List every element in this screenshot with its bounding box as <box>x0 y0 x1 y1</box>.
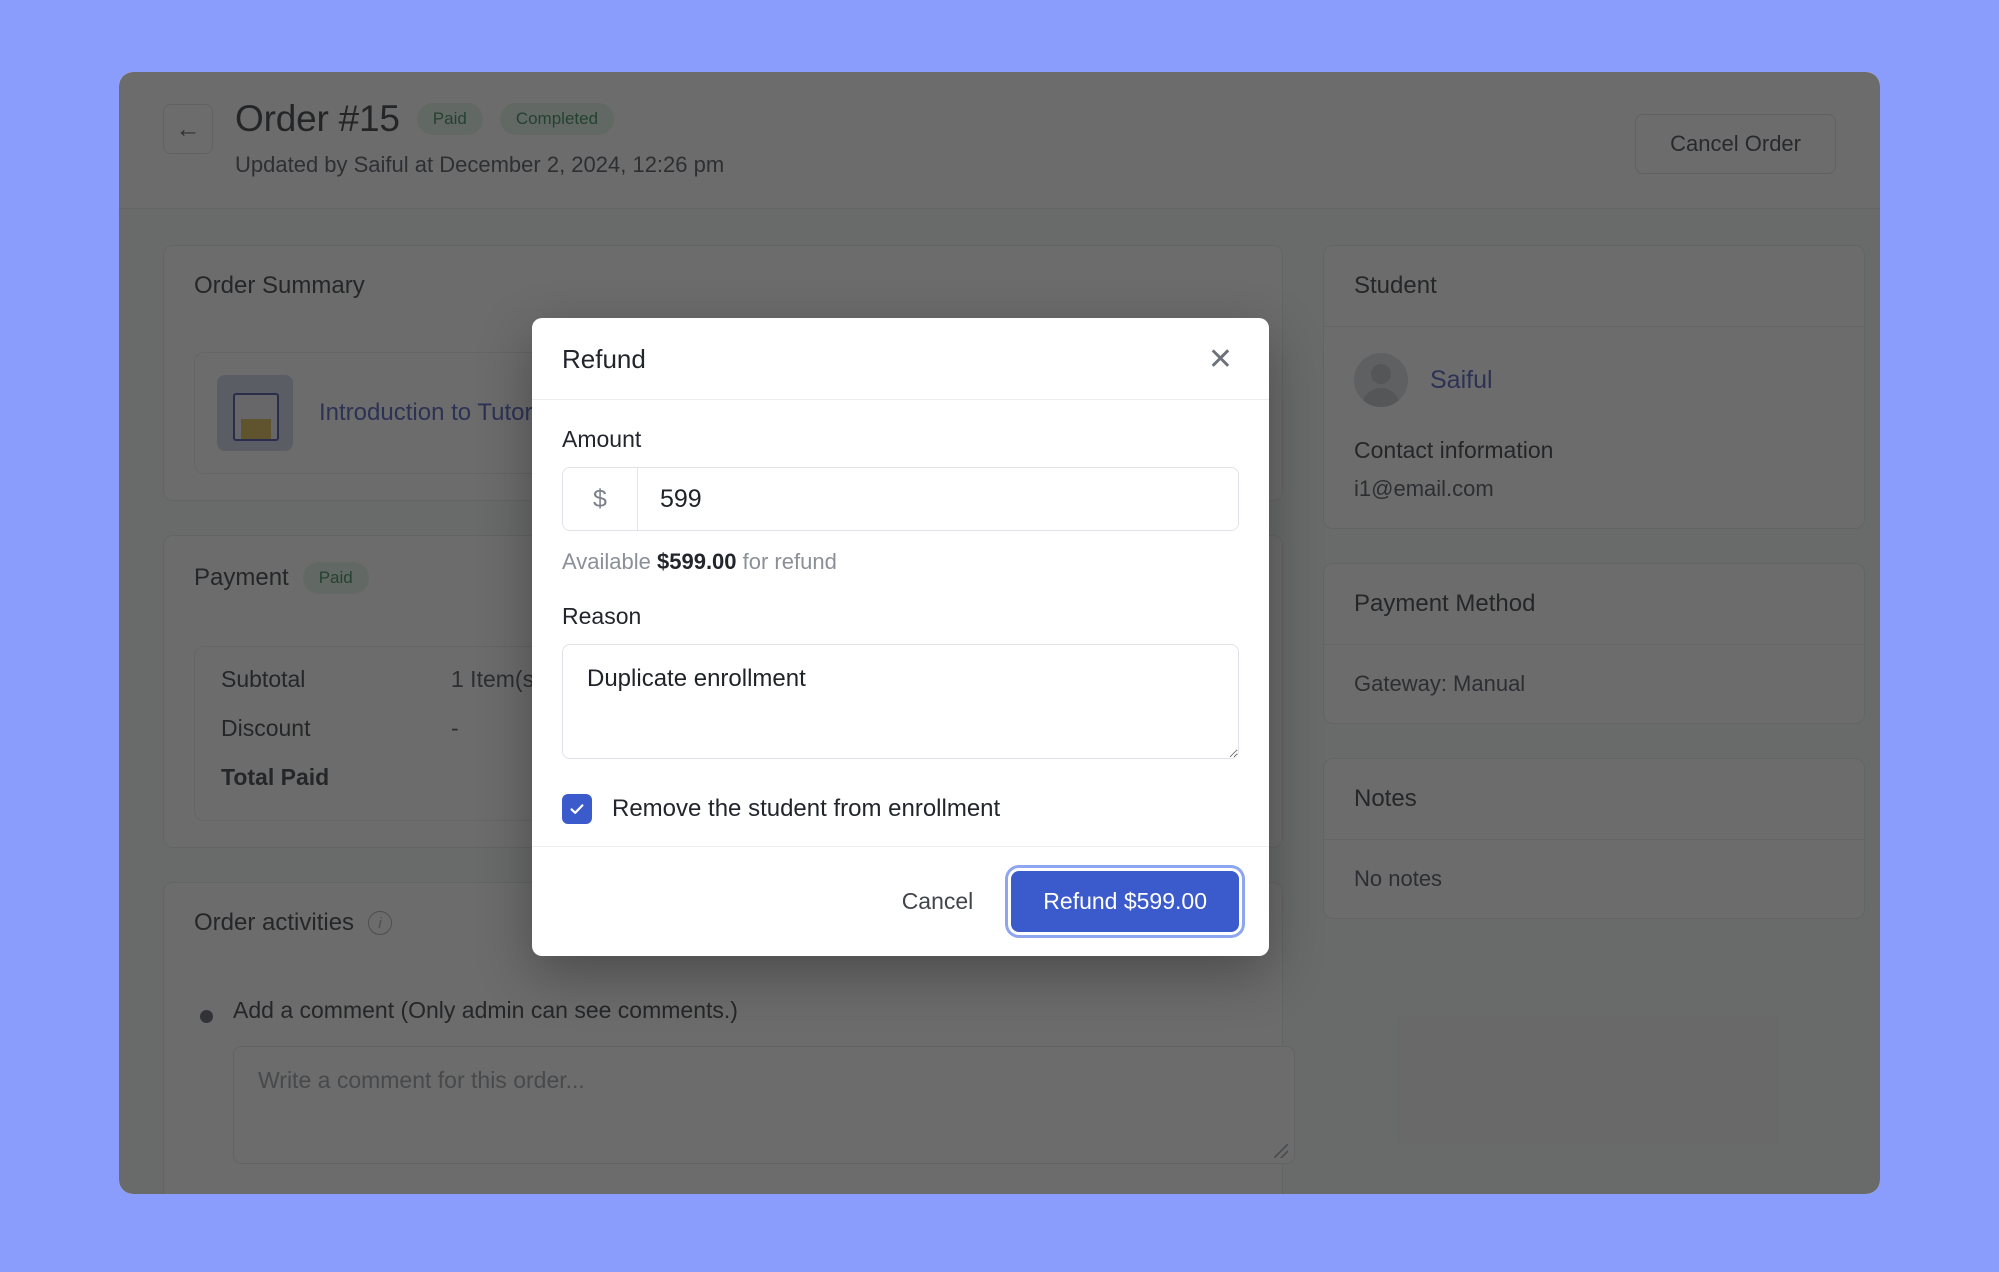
student-email: i1@email.com <box>1354 476 1494 501</box>
page-title: Order #15 <box>235 98 400 139</box>
available-amount: $599.00 <box>657 549 737 574</box>
screen: ← Order #15 Paid Completed Updated by Sa… <box>0 0 1999 1272</box>
order-summary-heading: Order Summary <box>194 272 365 299</box>
status-badge-completed: Completed <box>499 103 615 135</box>
sidebar-column: Student Saiful Contact information i1@em… <box>1323 245 1865 953</box>
arrow-left-icon: ← <box>175 114 201 143</box>
checkbox-checked-icon[interactable] <box>562 794 592 824</box>
available-suffix: for refund <box>736 549 837 574</box>
row-value: 1 Item(s) <box>451 666 542 692</box>
reason-textarea[interactable] <box>562 644 1239 759</box>
notes-card: Notes No notes <box>1323 758 1865 919</box>
amount-input[interactable] <box>638 468 1238 530</box>
amount-field-group: $ <box>562 467 1239 531</box>
row-label: Total Paid <box>221 764 330 790</box>
payment-gateway-value: Gateway: Manual <box>1354 671 1526 696</box>
remove-student-checkbox-row[interactable]: Remove the student from enrollment <box>562 794 1239 824</box>
student-card: Student Saiful Contact information i1@em… <box>1323 245 1865 529</box>
refund-modal: Refund ✕ Amount $ Available $599.00 for … <box>532 318 1269 956</box>
row-value: - <box>451 715 459 741</box>
modal-title: Refund <box>562 344 646 374</box>
resize-handle-icon[interactable] <box>1274 1144 1288 1158</box>
comment-placeholder: Write a comment for this order... <box>258 1067 585 1093</box>
modal-header: Refund ✕ <box>532 318 1269 400</box>
cancel-button[interactable]: Cancel <box>896 878 980 925</box>
row-label: Subtotal <box>221 666 306 692</box>
comment-prompt: Add a comment (Only admin can see commen… <box>233 997 738 1023</box>
close-icon[interactable]: ✕ <box>1202 344 1239 375</box>
user-avatar-icon <box>1354 353 1408 407</box>
student-heading: Student <box>1324 246 1864 327</box>
course-title-link[interactable]: Introduction to Tutor L <box>319 399 552 427</box>
student-name-link[interactable]: Saiful <box>1430 366 1493 395</box>
payment-status-badge: Paid <box>302 562 369 594</box>
payment-heading-label: Payment <box>194 564 289 591</box>
bullet-icon <box>200 1010 213 1023</box>
available-prefix: Available <box>562 549 657 574</box>
currency-symbol: $ <box>563 468 638 530</box>
student-row: Saiful <box>1354 353 1834 407</box>
refund-submit-button[interactable]: Refund $599.00 <box>1011 871 1239 932</box>
payment-method-card: Payment Method Gateway: Manual <box>1323 563 1865 724</box>
order-activities-label: Order activities <box>194 909 355 936</box>
comment-input[interactable]: Write a comment for this order... <box>233 1046 1295 1164</box>
row-label: Discount <box>221 715 311 741</box>
course-thumbnail-icon <box>217 375 293 451</box>
contact-information-heading: Contact information <box>1354 437 1554 463</box>
modal-footer: Cancel Refund $599.00 <box>532 846 1269 956</box>
page-header: ← Order #15 Paid Completed Updated by Sa… <box>119 72 1880 209</box>
available-amount-help: Available $599.00 for refund <box>562 549 1239 575</box>
list-item: Add a comment (Only admin can see commen… <box>194 989 1295 1194</box>
back-button[interactable]: ← <box>163 104 213 154</box>
amount-label: Amount <box>562 426 642 452</box>
notes-heading: Notes <box>1324 759 1864 840</box>
info-icon[interactable]: i <box>368 911 393 935</box>
payment-method-heading: Payment Method <box>1324 564 1864 645</box>
status-badge-paid: Paid <box>416 103 483 135</box>
modal-body: Amount $ Available $599.00 for refund Re… <box>532 400 1269 846</box>
remove-student-label: Remove the student from enrollment <box>612 795 1001 822</box>
reason-label: Reason <box>562 603 642 629</box>
notes-value: No notes <box>1354 866 1443 891</box>
cancel-order-button[interactable]: Cancel Order <box>1635 114 1836 174</box>
page-subtitle: Updated by Saiful at December 2, 2024, 1… <box>235 152 725 177</box>
